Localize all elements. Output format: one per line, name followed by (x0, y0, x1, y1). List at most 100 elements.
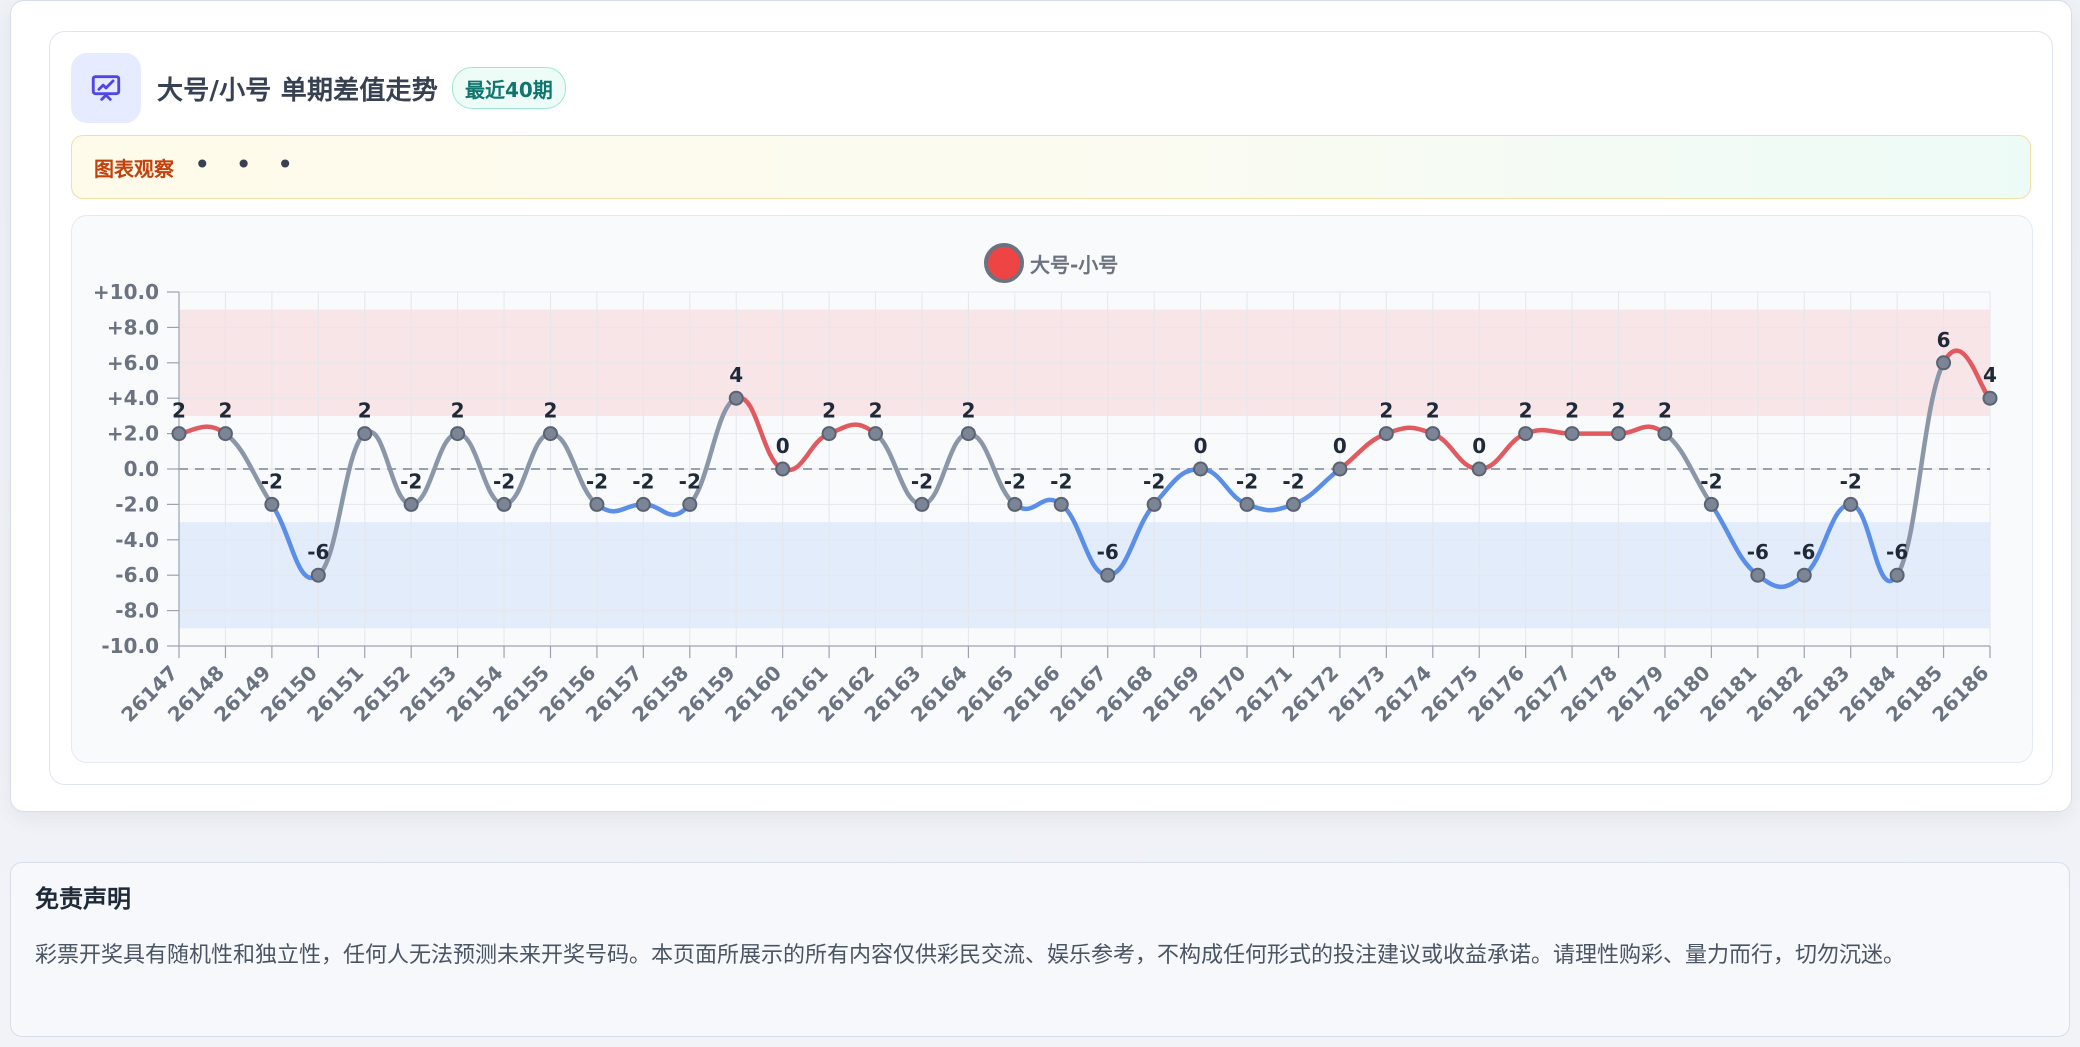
series-line-segment (1337, 431, 1389, 472)
data-point[interactable] (1193, 461, 1209, 477)
data-point[interactable] (1657, 426, 1673, 442)
data-label: -2 (1700, 469, 1722, 493)
y-axis-tick-label: -4.0 (115, 528, 159, 552)
disclaimer-panel: 免责声明 彩票开奖具有随机性和独立性，任何人无法预测未来开奖号码。本页面所展示的… (10, 862, 2070, 1037)
data-label: -2 (493, 469, 515, 493)
data-label: -2 (261, 469, 283, 493)
data-point[interactable] (1332, 461, 1348, 477)
data-label: 0 (776, 434, 790, 458)
data-point[interactable] (1053, 496, 1069, 512)
y-axis-tick-label: +4.0 (107, 386, 159, 410)
presentation-chart-icon (71, 53, 141, 123)
data-label: 4 (1983, 363, 1997, 387)
data-point[interactable] (1378, 426, 1394, 442)
data-point[interactable] (217, 426, 233, 442)
data-label: 2 (869, 399, 883, 423)
data-label: 2 (451, 399, 465, 423)
data-point[interactable] (821, 426, 837, 442)
data-point[interactable] (1936, 355, 1952, 371)
data-point[interactable] (1471, 461, 1487, 477)
data-point[interactable] (1611, 426, 1627, 442)
data-label: 2 (961, 399, 975, 423)
chart-legend[interactable]: 大号-小号 (984, 241, 1118, 285)
data-point[interactable] (682, 496, 698, 512)
data-label: -6 (307, 540, 329, 564)
data-label: 2 (1565, 399, 1579, 423)
data-point[interactable] (589, 496, 605, 512)
data-label: 6 (1937, 328, 1951, 352)
data-label: 2 (1658, 399, 1672, 423)
data-point[interactable] (1425, 426, 1441, 442)
data-point[interactable] (1889, 567, 1905, 583)
data-label: -2 (1236, 469, 1258, 493)
chart-canvas: +10.0 +8.0 +6.0 +4.0 +2.0 0.0 -2.0 -4.0 -6.0 -8.0… (93, 280, 1998, 727)
data-point[interactable] (357, 426, 373, 442)
y-axis-tick-label: 0.0 (124, 457, 159, 481)
data-point[interactable] (1843, 496, 1859, 512)
data-label: 0 (1333, 434, 1347, 458)
disclaimer-title: 免责声明 (35, 885, 131, 913)
data-label: -2 (632, 469, 654, 493)
data-label: 2 (1519, 399, 1533, 423)
trend-chart-svg: +10.0 +8.0 +6.0 +4.0 +2.0 0.0 -2.0 -4.0 -6.0 -8.0… (93, 280, 1998, 727)
y-axis-tick-label: -2.0 (115, 492, 159, 516)
data-point[interactable] (403, 496, 419, 512)
y-axis-tick-label: -6.0 (115, 563, 159, 587)
trend-outer-card: 大号/小号 单期差值走势 最近40期 图表观察 • • • +10.0 +8.0 +… (10, 0, 2072, 812)
data-point[interactable] (171, 426, 187, 442)
data-point[interactable] (914, 496, 930, 512)
data-point[interactable] (1100, 567, 1116, 583)
data-label: -2 (679, 469, 701, 493)
data-label: -6 (1886, 540, 1908, 564)
data-label: 2 (218, 399, 232, 423)
data-point[interactable] (1146, 496, 1162, 512)
data-label: -2 (400, 469, 422, 493)
chart-title: 大号/小号 单期差值走势 (157, 75, 438, 106)
data-label: 2 (822, 399, 836, 423)
data-point[interactable] (496, 496, 512, 512)
y-axis-tick-label: +6.0 (107, 351, 159, 375)
legend-swatch (984, 243, 1024, 283)
chart-observation-panel[interactable]: 图表观察 • • • (71, 135, 2031, 199)
data-point[interactable] (635, 496, 651, 512)
y-axis-tick-label: +2.0 (107, 422, 159, 446)
data-label: -2 (1282, 469, 1304, 493)
data-point[interactable] (728, 390, 744, 406)
data-point[interactable] (1982, 390, 1998, 406)
data-point[interactable] (775, 461, 791, 477)
data-point[interactable] (542, 426, 558, 442)
data-point[interactable] (1703, 496, 1719, 512)
data-point[interactable] (1750, 567, 1766, 583)
data-label: -2 (1143, 469, 1165, 493)
y-axis-tick-label: +8.0 (107, 315, 159, 339)
data-point[interactable] (1239, 496, 1255, 512)
y-axis-tick-label: -10.0 (101, 634, 159, 658)
data-point[interactable] (1518, 426, 1534, 442)
disclaimer-text: 彩票开奖具有随机性和独立性，任何人无法预测未来开奖号码。本页面所展示的所有内容仅… (35, 942, 1906, 968)
period-badge: 最近40期 (451, 67, 566, 109)
chart-header: 大号/小号 单期差值走势 最近40期 (71, 53, 566, 123)
y-axis-tick-label: -8.0 (115, 599, 159, 623)
data-label: 2 (172, 399, 186, 423)
data-label: -2 (1050, 469, 1072, 493)
data-point[interactable] (960, 426, 976, 442)
data-point[interactable] (1285, 496, 1301, 512)
data-label: -2 (1840, 469, 1862, 493)
more-dots-icon: • • • (194, 148, 302, 181)
data-point[interactable] (1007, 496, 1023, 512)
data-label: -2 (586, 469, 608, 493)
data-point[interactable] (868, 426, 884, 442)
data-label: 2 (544, 399, 558, 423)
data-point[interactable] (450, 426, 466, 442)
data-label: 2 (1612, 399, 1626, 423)
data-label: -2 (1004, 469, 1026, 493)
data-label: -6 (1793, 540, 1815, 564)
data-label: 4 (729, 363, 743, 387)
data-point[interactable] (310, 567, 326, 583)
data-point[interactable] (1796, 567, 1812, 583)
data-point[interactable] (264, 496, 280, 512)
data-label: 0 (1472, 434, 1486, 458)
data-label: 0 (1194, 434, 1208, 458)
data-point[interactable] (1564, 426, 1580, 442)
data-label: 2 (1426, 399, 1440, 423)
